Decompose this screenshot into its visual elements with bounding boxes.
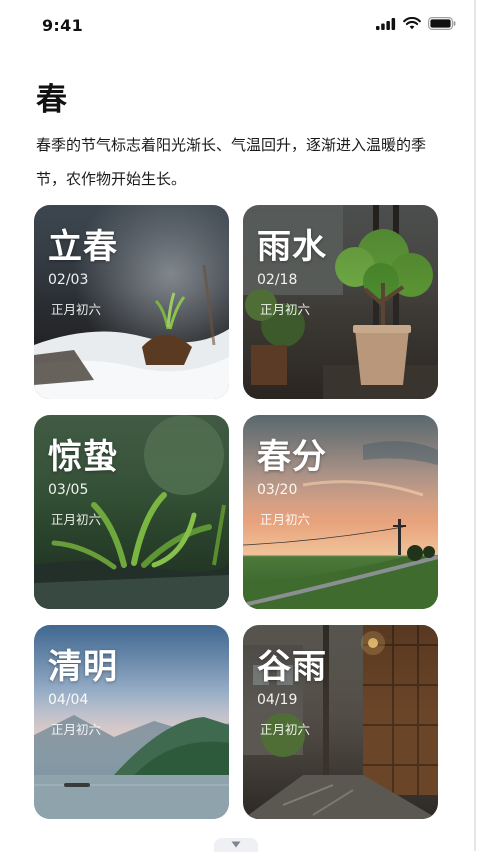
page-description: 春季的节气标志着阳光渐长、气温回升，逐渐进入温暖的季节，农作物开始生长。 xyxy=(36,136,427,188)
solar-term-date: 02/18 xyxy=(257,272,298,288)
wifi-icon xyxy=(403,17,421,30)
status-time: 9:41 xyxy=(42,16,83,35)
lunar-date: 正月初六 xyxy=(51,512,102,527)
solar-term-name: 清明 xyxy=(48,647,118,687)
lunar-date: 正月初六 xyxy=(51,302,102,317)
solar-term-date: 02/03 xyxy=(48,272,89,288)
solar-term-name: 立春 xyxy=(48,227,118,267)
solar-term-date: 04/19 xyxy=(257,692,298,708)
status-icons xyxy=(376,17,456,30)
bottom-sheet-handle[interactable] xyxy=(214,838,258,852)
solar-term-card-chunfen[interactable]: 春分 03/20 正月初六 xyxy=(243,415,438,609)
solar-term-date: 03/20 xyxy=(257,482,298,498)
lunar-date: 正月初六 xyxy=(51,722,102,737)
page-title: 春 xyxy=(36,82,67,118)
lunar-date: 正月初六 xyxy=(260,722,311,737)
lunar-date: 正月初六 xyxy=(260,302,311,317)
signal-icon xyxy=(376,17,396,30)
battery-icon xyxy=(428,17,456,30)
solar-term-card-guyu[interactable]: 谷雨 04/19 正月初六 xyxy=(243,625,438,819)
status-bar: 9:41 xyxy=(0,0,478,52)
solar-term-name: 谷雨 xyxy=(257,647,327,687)
solar-term-date: 03/05 xyxy=(48,482,89,498)
solar-term-card-yushui[interactable]: 雨水 02/18 正月初六 xyxy=(243,205,438,399)
screen-edge-divider xyxy=(474,0,476,851)
solar-term-card-qingming[interactable]: 清明 04/04 正月初六 xyxy=(34,625,229,819)
lunar-date: 正月初六 xyxy=(260,512,311,527)
chevron-down-icon xyxy=(231,841,241,848)
solar-term-card-jingzhe[interactable]: 惊蛰 03/05 正月初六 xyxy=(34,415,229,609)
solar-term-name: 惊蛰 xyxy=(48,437,118,477)
solar-term-name: 雨水 xyxy=(257,227,327,267)
solar-term-card-lichun[interactable]: 立春 02/03 正月初六 xyxy=(34,205,229,399)
solar-term-grid: 立春 02/03 正月初六 雨水 02/18 正月初六 惊蛰 03/05 正月初… xyxy=(34,205,438,819)
solar-term-name: 春分 xyxy=(257,437,327,477)
solar-term-date: 04/04 xyxy=(48,692,89,708)
